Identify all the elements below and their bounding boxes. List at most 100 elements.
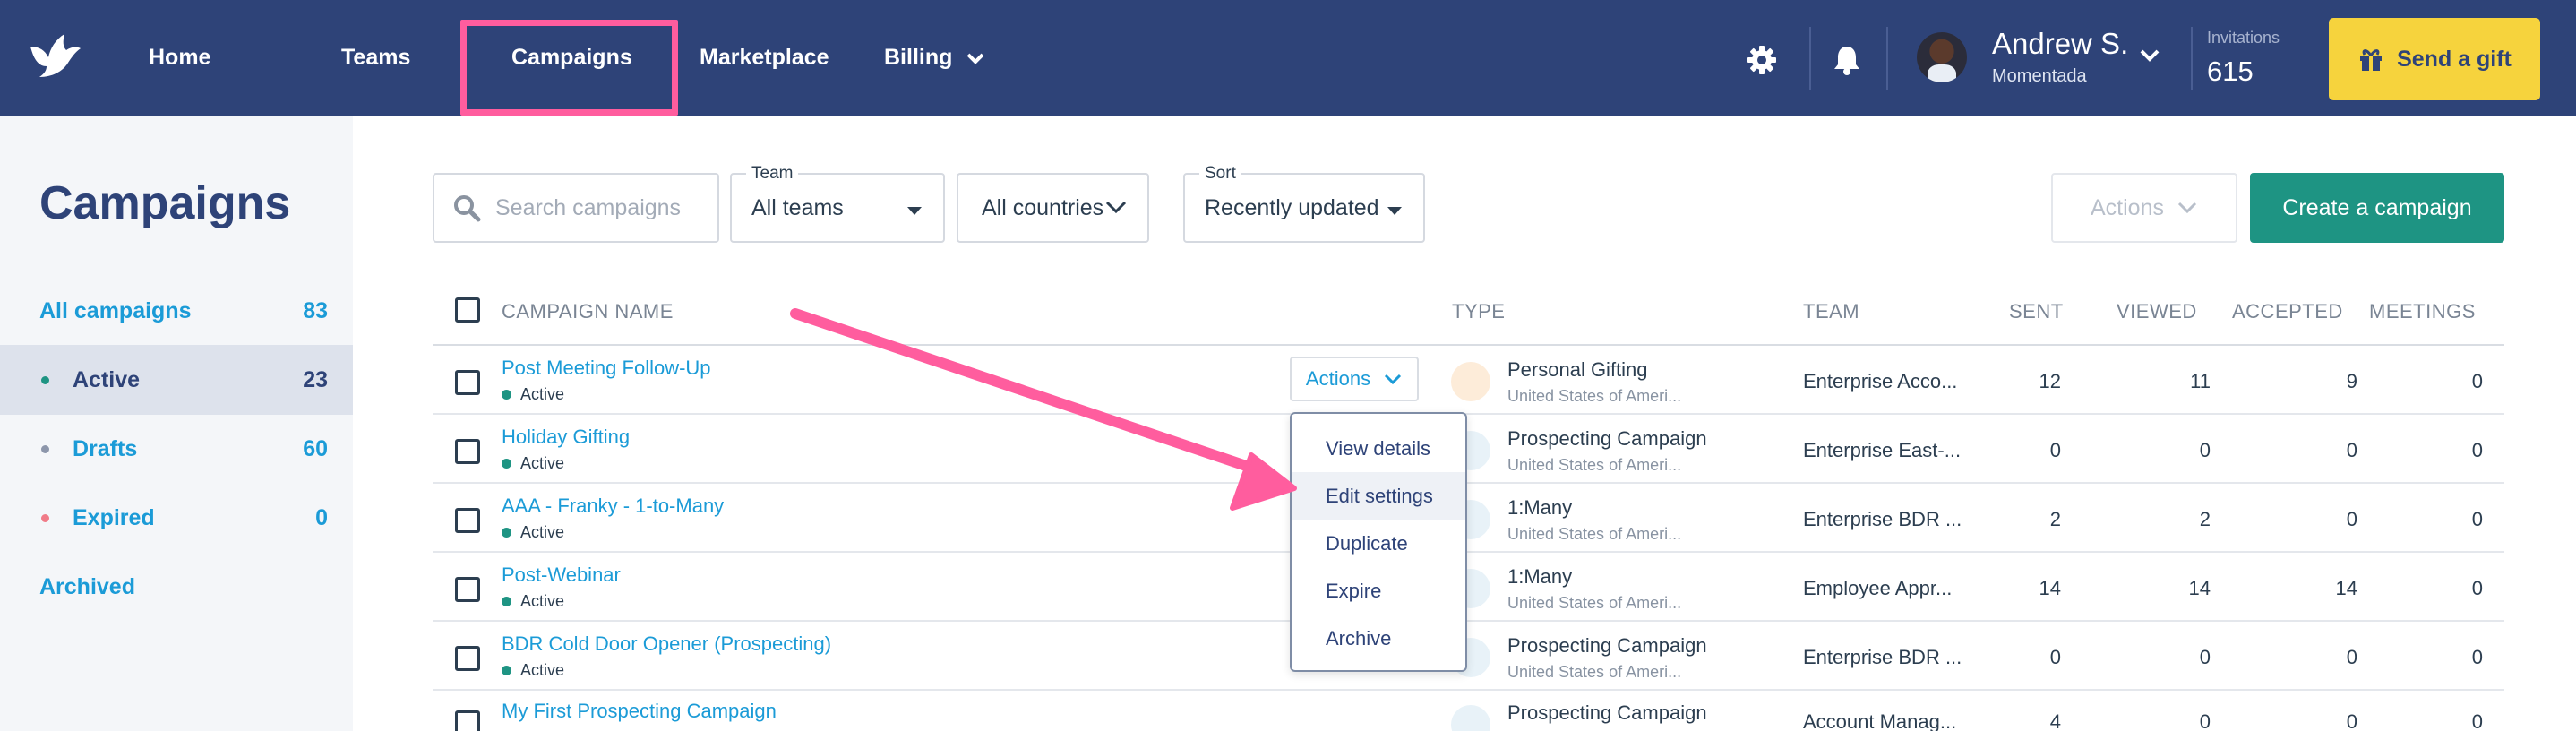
send-gift-label: Send a gift xyxy=(2397,46,2512,72)
campaign-type: Personal Gifting xyxy=(1507,358,1648,381)
user-name[interactable]: Andrew S. xyxy=(1992,27,2128,61)
menu-item-expire[interactable]: Expire xyxy=(1292,567,1465,615)
sent-count: 0 xyxy=(2049,439,2061,461)
campaign-team: Enterprise BDR ... xyxy=(1803,508,1962,530)
create-campaign-button[interactable]: Create a campaign xyxy=(2250,173,2504,243)
sort-select[interactable]: Sort Recently updated xyxy=(1183,164,1425,243)
accepted-count: 14 xyxy=(2335,577,2357,599)
col-meetings[interactable]: MEETINGS xyxy=(2369,300,2476,323)
bulk-actions-button[interactable]: Actions xyxy=(2051,173,2237,243)
nav-teams[interactable]: Teams xyxy=(341,0,410,116)
sent-count: 14 xyxy=(2039,577,2061,599)
sidebar-item-count: 23 xyxy=(303,366,328,392)
team-select-value: All teams xyxy=(751,194,844,220)
viewed-count: 0 xyxy=(2199,646,2211,668)
col-viewed[interactable]: VIEWED xyxy=(2117,300,2197,323)
row-checkbox[interactable] xyxy=(455,646,480,671)
accepted-count: 0 xyxy=(2346,508,2357,530)
sidebar-item-label: Active xyxy=(73,366,141,392)
invitations-count: 615 xyxy=(2207,56,2254,87)
menu-item-archive[interactable]: Archive xyxy=(1292,615,1465,662)
campaign-name-link[interactable]: Holiday Gifting xyxy=(502,426,630,449)
gift-icon xyxy=(2360,49,2383,71)
row-actions-button[interactable]: Actions xyxy=(1290,357,1419,401)
accepted-count: 0 xyxy=(2346,646,2357,668)
sort-select-label: Sort xyxy=(1199,164,1241,184)
sidebar-item-archived[interactable]: Archived xyxy=(0,552,353,622)
campaign-name-link[interactable]: Post Meeting Follow-Up xyxy=(502,357,711,380)
nav-home[interactable]: Home xyxy=(149,0,210,116)
table-row[interactable]: Post-Webinar Active 1:Many United States… xyxy=(433,553,2504,622)
sidebar-item-drafts[interactable]: Drafts 60 xyxy=(0,414,353,484)
sidebar-item-expired[interactable]: Expired 0 xyxy=(0,483,353,553)
sidebar-item-label: Archived xyxy=(39,573,135,599)
nav-marketplace[interactable]: Marketplace xyxy=(700,0,829,116)
top-nav: Home Teams Campaigns Marketplace Billing… xyxy=(0,0,2576,116)
chevron-down-icon[interactable] xyxy=(2139,48,2160,63)
row-checkbox[interactable] xyxy=(455,710,480,731)
meetings-count: 0 xyxy=(2471,710,2483,731)
bell-icon[interactable] xyxy=(1833,45,1861,75)
select-all-checkbox[interactable] xyxy=(455,297,480,322)
col-accepted[interactable]: ACCEPTED xyxy=(2232,300,2343,323)
status-dot-icon xyxy=(41,513,49,522)
country-select[interactable]: All countries xyxy=(957,173,1149,243)
table-row[interactable]: AAA - Franky - 1-to-Many Active 1:Many U… xyxy=(433,484,2504,553)
accepted-count: 0 xyxy=(2346,439,2357,461)
campaign-name-link[interactable]: AAA - Franky - 1-to-Many xyxy=(502,494,724,518)
table-row[interactable]: Holiday Gifting Active Prospecting Campa… xyxy=(433,415,2504,484)
sidebar-item-count: 60 xyxy=(303,435,328,461)
table-row[interactable]: Post Meeting Follow-Up Active Personal G… xyxy=(433,346,2504,415)
user-org: Momentada xyxy=(1992,66,2087,86)
table-row[interactable]: BDR Cold Door Opener (Prospecting) Activ… xyxy=(433,622,2504,691)
row-actions-menu: View details Edit settings Duplicate Exp… xyxy=(1290,412,1467,672)
row-checkbox[interactable] xyxy=(455,370,480,395)
campaign-name-link[interactable]: Post-Webinar xyxy=(502,563,621,587)
menu-item-edit-settings[interactable]: Edit settings xyxy=(1292,472,1465,520)
team-select-label: Team xyxy=(746,164,799,184)
row-checkbox[interactable] xyxy=(455,577,480,602)
col-campaign-name[interactable]: CAMPAIGN NAME xyxy=(502,300,674,323)
campaign-name-link[interactable]: BDR Cold Door Opener (Prospecting) xyxy=(502,632,831,656)
viewed-count: 0 xyxy=(2199,439,2211,461)
meetings-count: 0 xyxy=(2471,370,2483,392)
caret-down-icon xyxy=(907,207,922,215)
page-title: Campaigns xyxy=(39,177,291,229)
campaign-team: Account Manag... xyxy=(1803,710,1957,731)
menu-item-view-details[interactable]: View details xyxy=(1292,425,1465,472)
status-badge: Active xyxy=(502,592,564,611)
sidebar-item-active[interactable]: Active 23 xyxy=(0,345,353,415)
campaign-region: United States of Ameri... xyxy=(1507,456,1682,474)
nav-divider xyxy=(1886,27,1888,90)
col-type[interactable]: TYPE xyxy=(1452,300,1505,323)
table-row[interactable]: My First Prospecting Campaign Prospectin… xyxy=(433,691,2504,731)
viewed-count: 2 xyxy=(2199,508,2211,530)
campaign-type: 1:Many xyxy=(1507,565,1573,588)
sent-count: 0 xyxy=(2049,646,2061,668)
search-placeholder: Search campaigns xyxy=(495,194,682,220)
chevron-down-icon xyxy=(1385,374,1402,385)
sidebar: Campaigns All campaigns 83 Active 23 Dra… xyxy=(0,116,353,731)
country-select-value: All countries xyxy=(982,194,1104,220)
avatar[interactable] xyxy=(1917,32,1967,82)
sent-count: 12 xyxy=(2039,370,2061,392)
sidebar-item-label: Expired xyxy=(73,504,155,530)
row-checkbox[interactable] xyxy=(455,439,480,464)
menu-item-duplicate[interactable]: Duplicate xyxy=(1292,520,1465,567)
nav-billing[interactable]: Billing xyxy=(884,0,985,116)
gear-icon[interactable] xyxy=(1747,45,1777,75)
caret-down-icon xyxy=(1387,207,1402,215)
campaigns-highlight-box xyxy=(460,20,678,116)
row-checkbox[interactable] xyxy=(455,508,480,533)
team-select[interactable]: Team All teams xyxy=(730,164,945,243)
search-input[interactable]: Search campaigns xyxy=(433,173,719,243)
send-gift-button[interactable]: Send a gift xyxy=(2329,18,2540,100)
col-sent[interactable]: SENT xyxy=(2009,300,2064,323)
col-team[interactable]: TEAM xyxy=(1803,300,1859,323)
sidebar-item-count: 0 xyxy=(315,504,328,530)
campaign-name-link[interactable]: My First Prospecting Campaign xyxy=(502,700,777,723)
status-badge: Active xyxy=(502,661,564,680)
sidebar-item-all-campaigns[interactable]: All campaigns 83 xyxy=(0,276,353,346)
campaign-region: United States of Ameri... xyxy=(1507,594,1682,612)
bird-logo-icon[interactable] xyxy=(27,30,82,81)
